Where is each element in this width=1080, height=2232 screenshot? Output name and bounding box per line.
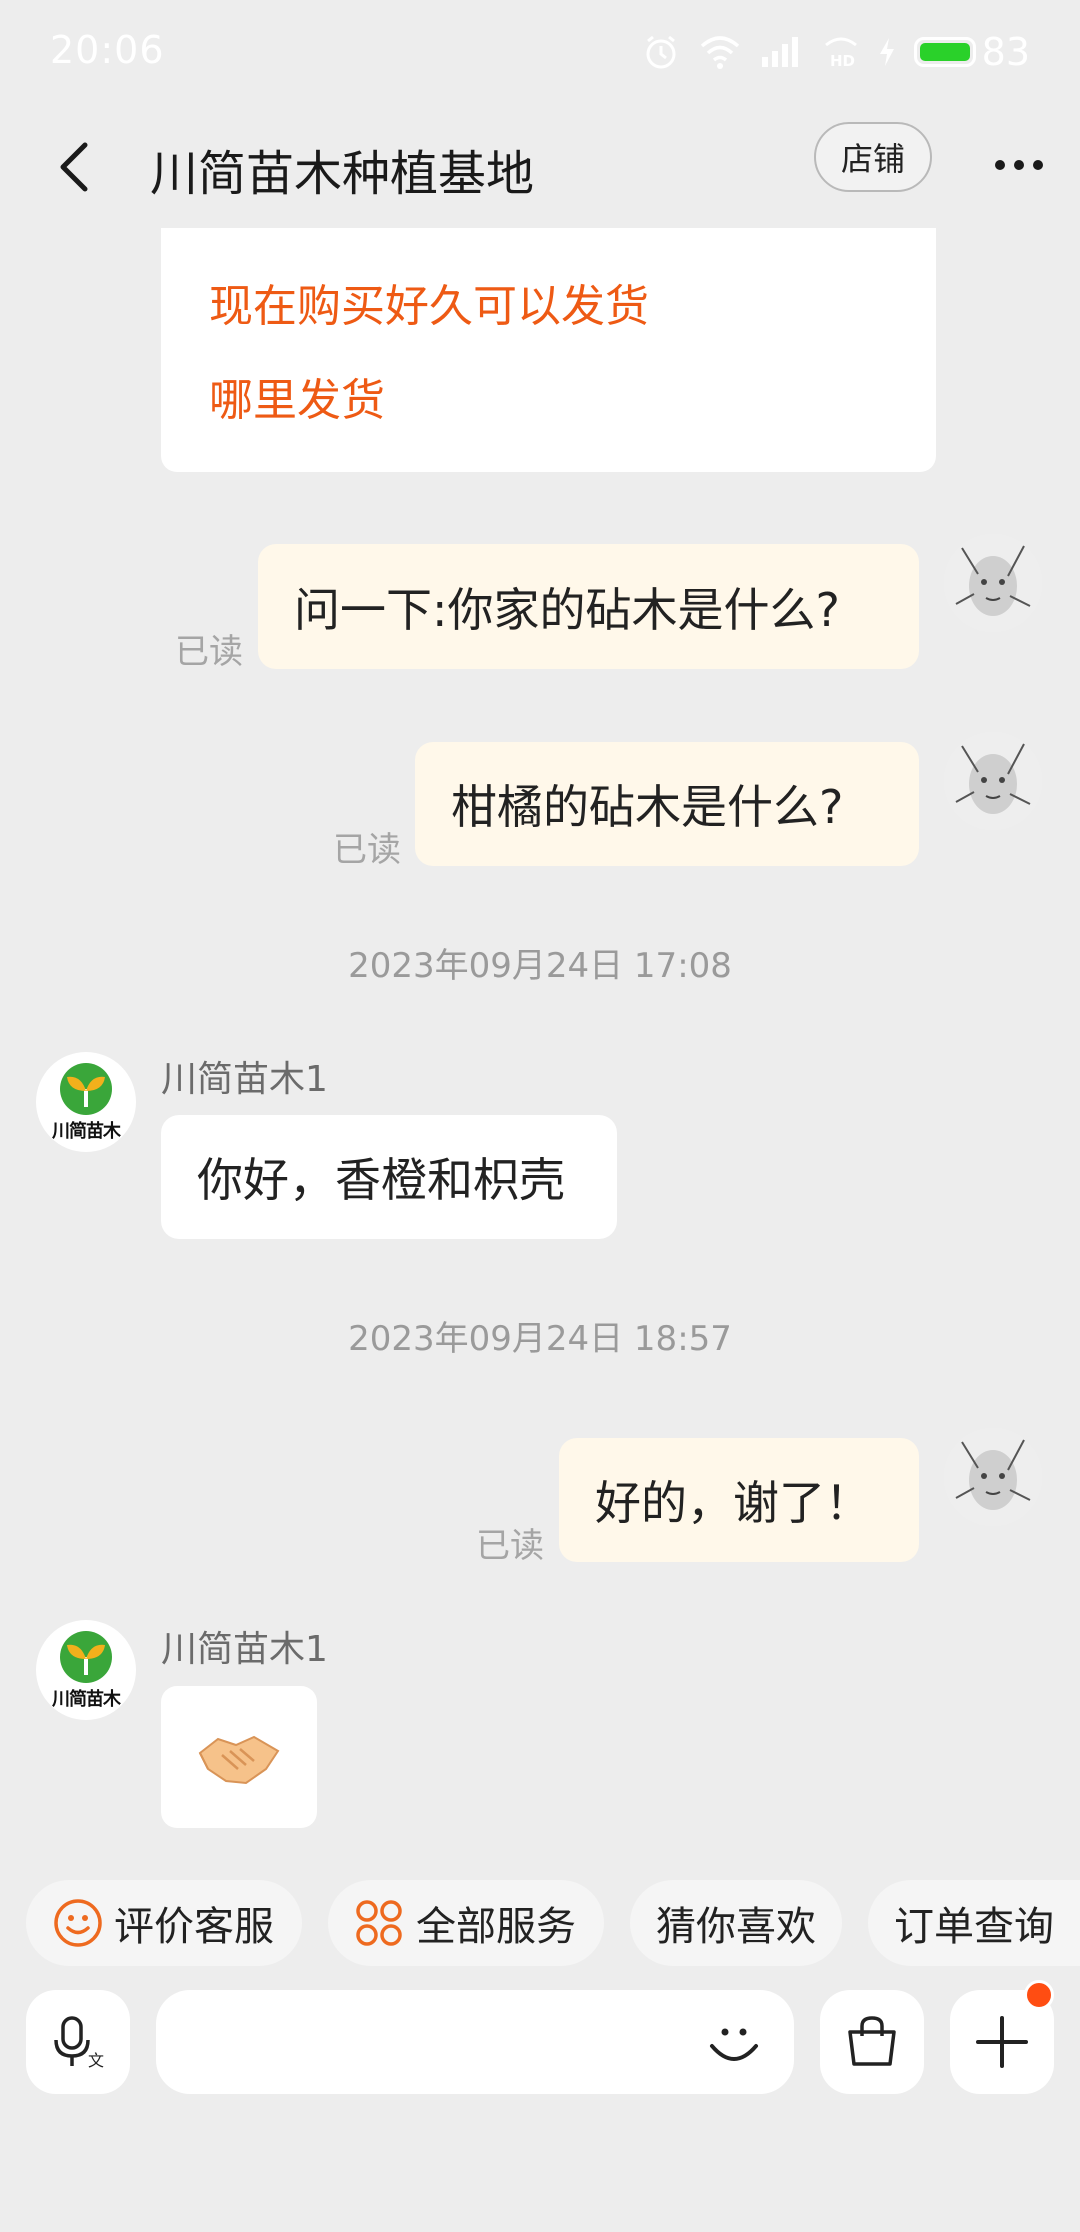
incoming-message[interactable]: 你好，香橙和枳壳	[161, 1115, 617, 1239]
user-avatar[interactable]	[944, 534, 1042, 632]
charging-icon	[878, 37, 896, 67]
alarm-icon	[642, 33, 680, 71]
shopping-bag-icon	[848, 2016, 896, 2066]
chip-label: 评价客服	[114, 1904, 274, 1950]
wifi-icon	[698, 34, 742, 70]
message-timestamp: 2023年09月24日 17:08	[348, 946, 732, 986]
read-status: 已读	[476, 1526, 544, 1566]
status-bar: 20:06 HD 83	[0, 0, 1080, 110]
handshake-icon	[198, 1735, 280, 1785]
outgoing-message[interactable]: 柑橘的砧木是什么?	[415, 742, 919, 866]
sender-name: 川简苗木1	[161, 1059, 328, 1100]
smile-icon	[54, 1899, 102, 1947]
chip-label: 猜你喜欢	[656, 1904, 816, 1950]
status-icons: HD 83	[642, 30, 1030, 74]
product-button[interactable]	[820, 1990, 924, 2094]
sprout-logo-icon	[60, 1631, 112, 1683]
chip-label: 全部服务	[416, 1904, 576, 1950]
page-title: 川简苗木种植基地	[150, 146, 535, 202]
hd-icon: HD	[822, 35, 860, 69]
more-button[interactable]	[984, 130, 1054, 200]
order-query-chip[interactable]: 订单查询	[868, 1880, 1080, 1966]
shop-button[interactable]: 店铺	[814, 122, 932, 192]
chip-label: 订单查询	[894, 1904, 1054, 1950]
notification-dot	[1024, 1980, 1054, 2010]
message-input[interactable]	[156, 1990, 794, 2094]
message-timestamp: 2023年09月24日 18:57	[348, 1319, 732, 1359]
chat-header: 川简苗木种植基地 店铺	[0, 110, 1080, 230]
read-status: 已读	[333, 830, 401, 870]
battery-level: 83	[981, 30, 1030, 74]
plus-icon	[976, 2016, 1028, 2068]
emoji-icon	[710, 2028, 758, 2061]
shop-logo-text: 川简苗木	[52, 1689, 121, 1710]
voice-button[interactable]: 文	[26, 1990, 130, 2094]
quick-action-bar: 评价客服 全部服务 猜你喜欢 订单查询	[0, 1880, 1080, 1970]
more-dots-icon	[995, 160, 1043, 170]
recommend-chip[interactable]: 猜你喜欢	[630, 1880, 842, 1966]
user-avatar[interactable]	[944, 732, 1042, 830]
rate-service-chip[interactable]: 评价客服	[26, 1880, 302, 1966]
voice-translate-icon: 文	[54, 2016, 104, 2070]
shop-avatar[interactable]: 川简苗木	[36, 1620, 136, 1720]
read-status: 已读	[175, 632, 243, 672]
question-link[interactable]: 现在购买好久可以发货	[209, 270, 649, 334]
chevron-left-icon	[60, 142, 88, 192]
sender-name: 川简苗木1	[161, 1629, 328, 1670]
grid-icon	[356, 1900, 402, 1946]
outgoing-message[interactable]: 问一下:你家的砧木是什么?	[258, 544, 919, 669]
svg-text:HD: HD	[830, 52, 855, 69]
user-avatar[interactable]	[944, 1428, 1042, 1526]
chat-screen: 20:06 HD 83 川简苗木种植基地 店铺 现在购买好久可以发货 哪里发货 …	[0, 0, 1080, 2232]
outgoing-message[interactable]: 好的，谢了！	[559, 1438, 919, 1562]
emoji-button[interactable]	[700, 2008, 768, 2076]
input-bar: 文	[0, 1980, 1080, 2100]
shop-logo-text: 川简苗木	[52, 1121, 121, 1142]
back-button[interactable]	[40, 132, 110, 202]
battery-icon: 83	[913, 30, 1030, 74]
status-time: 20:06	[50, 28, 165, 72]
all-services-chip[interactable]: 全部服务	[328, 1880, 604, 1966]
svg-text:文: 文	[88, 2051, 104, 2070]
incoming-emoji-message[interactable]: 🤝	[161, 1686, 317, 1828]
shop-avatar[interactable]: 川简苗木	[36, 1052, 136, 1152]
question-link[interactable]: 哪里发货	[209, 364, 385, 428]
question-card: 现在购买好久可以发货 哪里发货	[161, 228, 936, 472]
signal-icon	[760, 35, 804, 69]
sprout-logo-icon	[60, 1063, 112, 1115]
